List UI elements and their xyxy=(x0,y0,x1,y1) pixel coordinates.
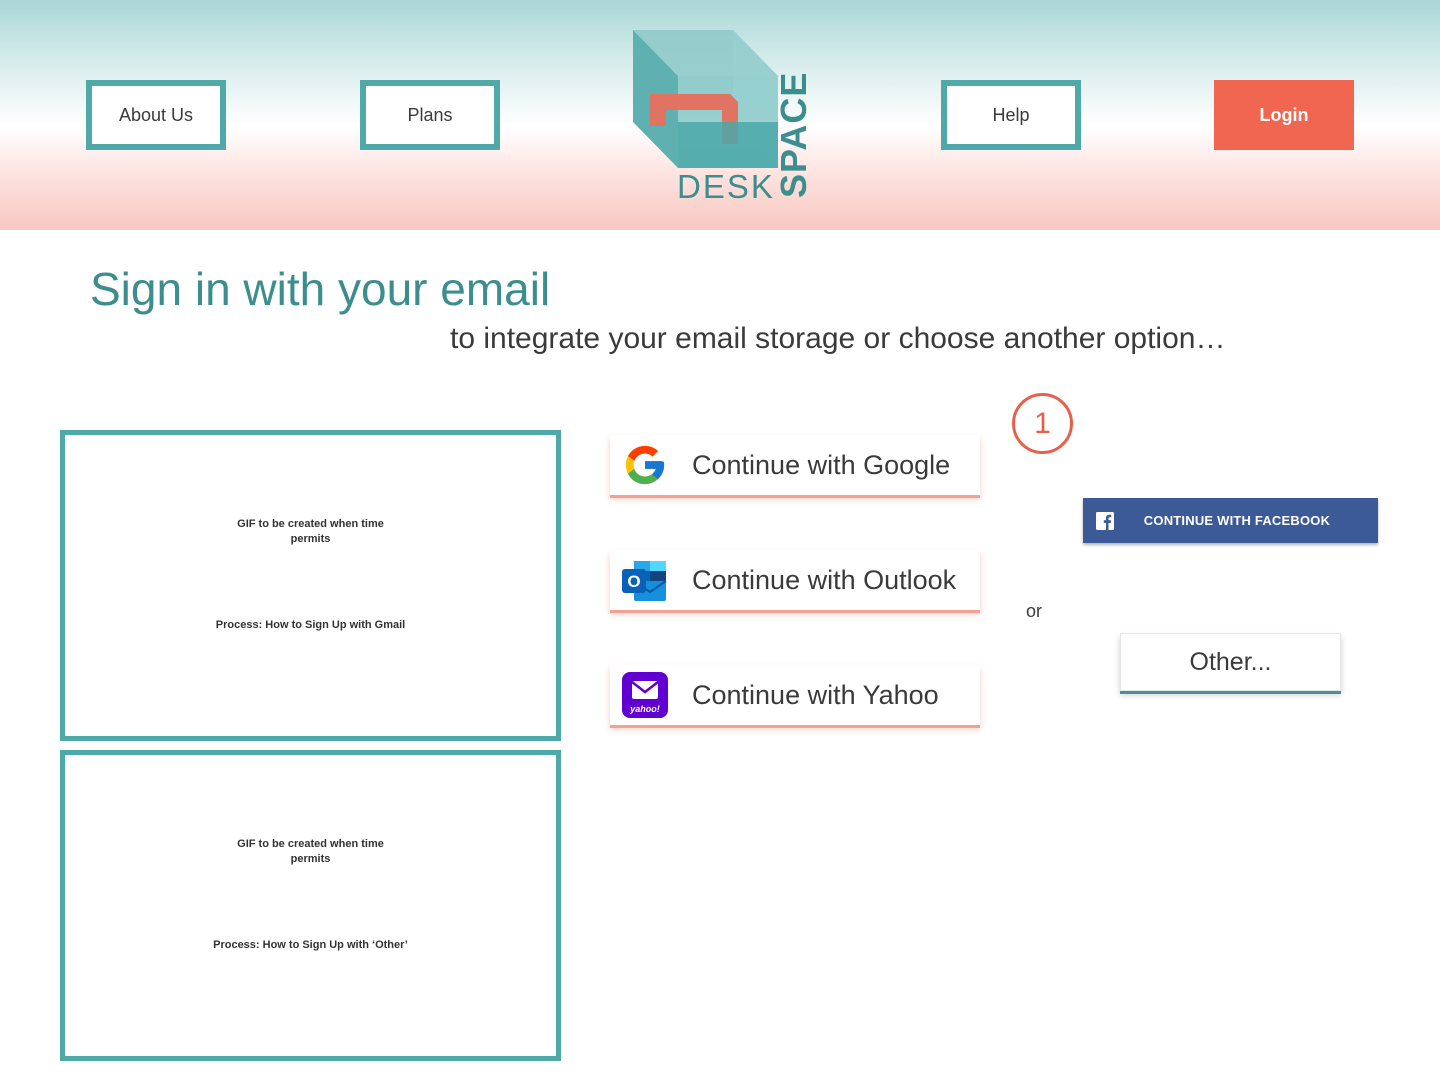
continue-with-yahoo-button[interactable]: yahoo! Continue with Yahoo xyxy=(610,665,980,725)
nav-plans-button[interactable]: Plans xyxy=(360,80,500,150)
logo-space-text: SPACE xyxy=(773,72,814,198)
logo-desk-text: DESK xyxy=(677,168,775,205)
svg-text:yahoo!: yahoo! xyxy=(629,704,660,714)
continue-with-outlook-button[interactable]: O Continue with Outlook xyxy=(610,550,980,610)
nav-help-label: Help xyxy=(992,104,1030,125)
continue-with-google-button[interactable]: Continue with Google xyxy=(610,435,980,495)
facebook-icon xyxy=(1096,511,1114,530)
page-subtitle: to integrate your email storage or choos… xyxy=(450,322,1226,355)
deskspace-logo: DESK SPACE xyxy=(633,30,814,205)
login-button[interactable]: Login xyxy=(1214,80,1354,150)
login-label: Login xyxy=(1259,104,1309,125)
yahoo-icon: yahoo! xyxy=(620,670,670,720)
nav-about-us-label: About Us xyxy=(118,104,194,125)
yahoo-button-label: Continue with Yahoo xyxy=(692,679,939,710)
outlook-icon: O xyxy=(620,555,670,605)
gif-note-text: GIF to be created when time permits xyxy=(237,518,384,545)
nav-plans-label: Plans xyxy=(407,104,453,125)
google-button-label: Continue with Google xyxy=(692,449,951,480)
or-separator: or xyxy=(1026,601,1043,621)
facebook-button-label: CONTINUE WITH FACEBOOK xyxy=(1143,513,1331,528)
gif-placeholder-other: GIF to be created when time permits Proc… xyxy=(60,750,561,1061)
other-button-label: Other... xyxy=(1189,647,1272,676)
google-icon xyxy=(620,440,670,490)
gif-placeholder-gmail: GIF to be created when time permits Proc… xyxy=(60,430,561,741)
continue-with-facebook-button[interactable]: CONTINUE WITH FACEBOOK xyxy=(1083,498,1378,543)
step-number-badge: 1 xyxy=(1012,393,1073,454)
page-title: Sign in with your email xyxy=(90,263,551,315)
gif-process-text: Process: How to Sign Up with ‘Other’ xyxy=(213,939,408,951)
site-header: About Us Plans DESK SPACE Help Login xyxy=(0,0,1440,230)
outlook-button-label: Continue with Outlook xyxy=(692,564,957,595)
gif-process-text: Process: How to Sign Up with Gmail xyxy=(215,619,406,631)
gif-note-text: GIF to be created when time permits xyxy=(237,838,384,865)
svg-text:O: O xyxy=(627,572,640,591)
nav-about-us-button[interactable]: About Us xyxy=(86,80,226,150)
nav-help-button[interactable]: Help xyxy=(941,80,1081,150)
other-provider-button[interactable]: Other... xyxy=(1120,633,1341,691)
